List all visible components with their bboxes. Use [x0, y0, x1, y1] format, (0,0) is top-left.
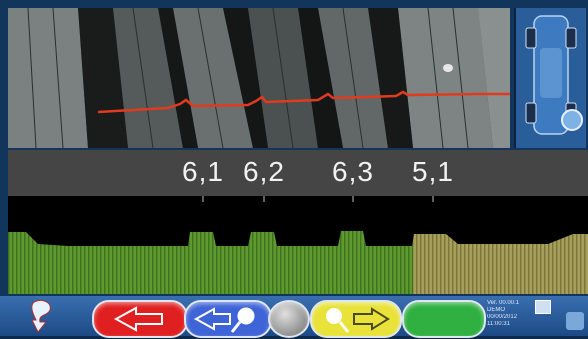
tread-reading-1: 6,1	[182, 156, 224, 187]
vehicle-diagram-panel	[514, 8, 586, 148]
status-time: 11:00:31	[487, 321, 510, 327]
printer-icon[interactable]	[566, 312, 584, 330]
logo-icon	[28, 298, 58, 334]
status-date: 00/00/2012	[487, 314, 518, 320]
zoom-back-button[interactable]	[184, 300, 272, 338]
tire-camera-view	[8, 8, 510, 148]
status-version: Ver. 00.00.1	[487, 300, 520, 306]
tread-profile-graph: 6,1 6,2 6,3 5,1	[8, 150, 588, 294]
status-mode: DEMO	[487, 307, 505, 313]
image-icon[interactable]	[535, 300, 551, 314]
back-button[interactable]	[92, 300, 188, 338]
zoom-forward-button[interactable]	[310, 300, 402, 338]
confirm-button[interactable]	[402, 300, 486, 338]
tread-depth-screen: 6,1 6,2 6,3 5,1 Ver. 00.00.1 DEMO 00/00/…	[0, 0, 588, 338]
tread-profile-chart	[8, 196, 588, 294]
tread-reading-4: 5,1	[412, 156, 454, 187]
tread-reading-2: 6,2	[243, 156, 285, 187]
tread-readings-bar: 6,1 6,2 6,3 5,1	[8, 150, 588, 196]
status-info: Ver. 00.00.1 DEMO 00/00/2012 11:00:31	[487, 300, 535, 328]
center-round-button[interactable]	[268, 300, 310, 338]
tread-reading-3: 6,3	[332, 156, 374, 187]
